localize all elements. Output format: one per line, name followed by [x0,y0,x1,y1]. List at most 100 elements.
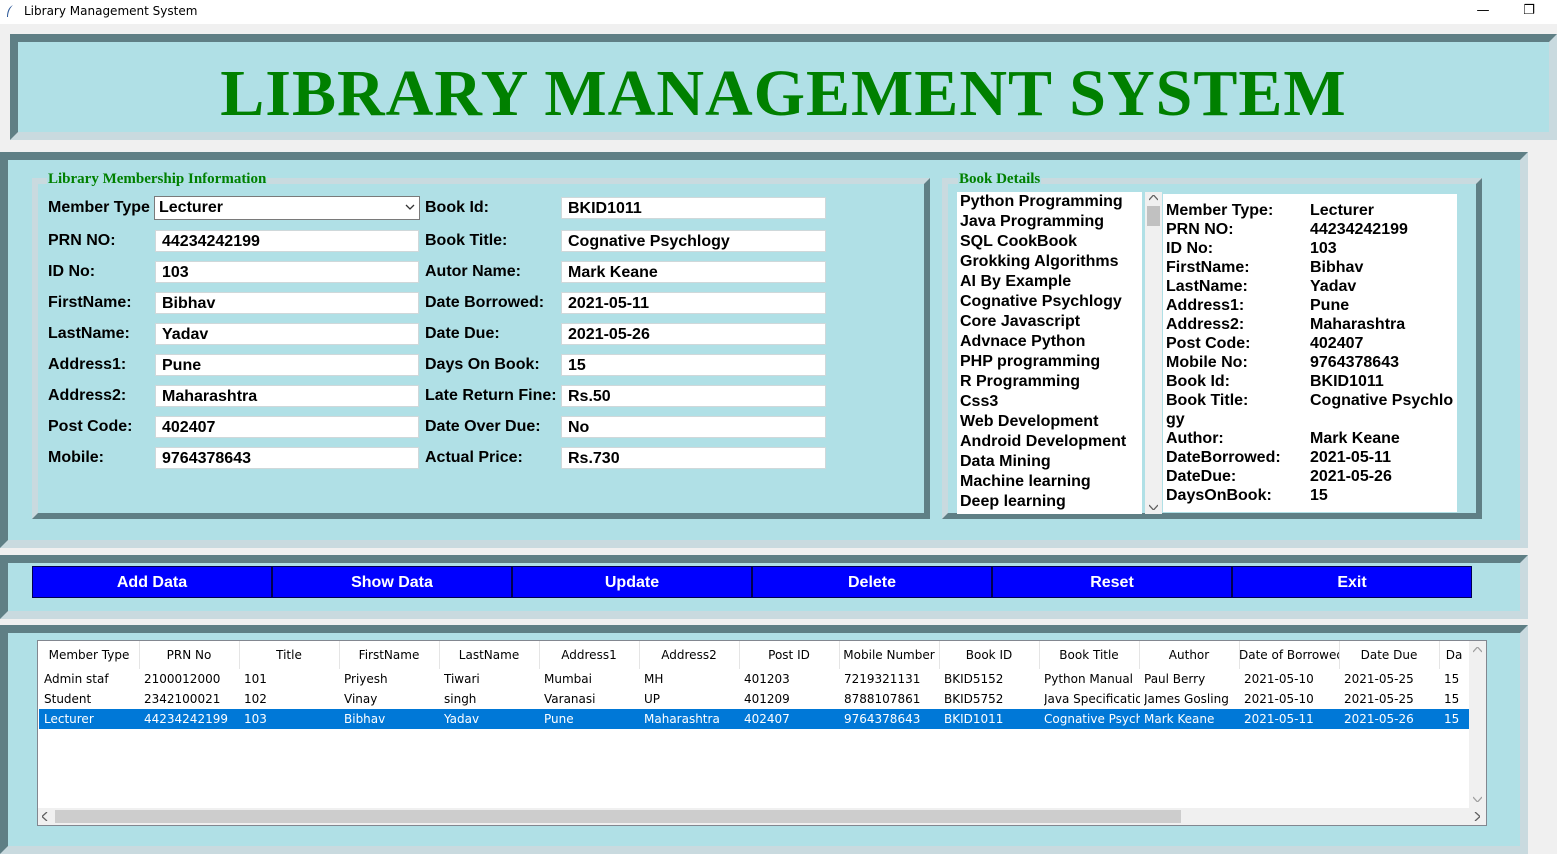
book-list-item[interactable]: Python Programming [957,192,1142,212]
column-header[interactable]: Title [239,641,340,669]
detail-value: Maharashtra [1310,316,1406,333]
book-list-item[interactable]: Core Javascript [957,312,1142,332]
book-list-item[interactable]: Deep learning [957,492,1142,512]
detail-key: Post Code: [1166,335,1251,352]
detail-key: Book Title: [1166,392,1249,409]
book-field-input[interactable]: Rs.730 [561,447,826,469]
member-field-input[interactable]: Yadav [155,323,419,345]
book-details-text[interactable]: Member Type: Lecturer PRN NO: 44234242199 ID… [1163,194,1457,512]
scroll-thumb[interactable] [1147,206,1160,226]
column-header[interactable]: Post ID [739,641,840,669]
book-list-item[interactable]: Grokking Algorithms [957,252,1142,272]
exit-button[interactable]: Exit [1232,566,1472,598]
table-cell: Java Specification [1044,692,1140,706]
minimize-button[interactable]: — [1460,0,1506,24]
member-field-input[interactable]: Maharashtra [155,385,419,407]
hscroll-thumb[interactable] [55,810,1181,823]
column-header[interactable]: Author [1139,641,1240,669]
table-cell: 9764378643 [844,712,921,726]
book-list-item[interactable]: AI By Example [957,272,1142,292]
book-list-item[interactable]: Android Development [957,432,1142,452]
book-field-input[interactable]: 15 [561,354,826,376]
book-list-item[interactable]: SQL CookBook [957,232,1142,252]
member-field-input[interactable]: Bibhav [155,292,419,314]
column-header[interactable]: Member Type [39,641,140,669]
table-cell: BKID1011 [944,712,1004,726]
detail-value: 2021-05-11 [1310,449,1391,466]
book-list-item[interactable]: Java Programming [957,212,1142,232]
book-list-item[interactable]: R Programming [957,372,1142,392]
table-cell: Pune [544,712,574,726]
column-header[interactable]: LastName [439,641,540,669]
column-header[interactable]: PRN No [139,641,240,669]
records-table[interactable]: Member Type PRN No Title FirstName LastName A… [37,640,1487,826]
scroll-up-icon[interactable] [1149,195,1158,201]
show-data-button[interactable]: Show Data [272,566,512,598]
column-header[interactable]: Address2 [639,641,740,669]
table-vscrollbar[interactable] [1469,641,1486,808]
member-field-input[interactable]: Pune [155,354,419,376]
member-field-input[interactable]: 402407 [155,416,419,438]
table-cell: 2021-05-25 [1344,692,1414,706]
table-hscrollbar[interactable] [38,808,1486,825]
scroll-left-icon[interactable] [42,812,48,821]
column-header[interactable]: Mobile Number [839,641,940,669]
column-header[interactable]: Book ID [939,641,1040,669]
book-list-scrollbar[interactable] [1145,192,1162,514]
book-list-item[interactable]: Cognative Psychlogy [957,292,1142,312]
feather-icon [7,5,13,17]
book-field-input[interactable]: BKID1011 [561,197,826,219]
table-cell: singh [444,692,477,706]
book-listbox[interactable]: Python Programming Java Programming SQL Co… [957,192,1142,514]
book-field-input[interactable]: No [561,416,826,438]
table-cell: 402407 [744,712,790,726]
field-label: PRN NO: [48,232,116,249]
column-header[interactable]: FirstName [339,641,440,669]
column-header[interactable]: Date of Borrowed [1239,641,1340,669]
book-field-input[interactable]: Mark Keane [561,261,826,283]
scroll-right-icon[interactable] [1474,812,1480,821]
field-label: Mobile: [48,449,104,466]
book-list-item[interactable]: Web Development [957,412,1142,432]
book-list-item[interactable]: Css3 [957,392,1142,412]
column-header[interactable]: Book Title [1039,641,1140,669]
table-cell: 102 [244,692,267,706]
member-field-input[interactable]: 9764378643 [155,447,419,469]
table-row[interactable]: Student 2342100021 102 Vinay singh Varanasi UP… [39,689,1469,709]
book-field-input[interactable]: Cognative Psychlogy [561,230,826,252]
detail-key: FirstName: [1166,259,1250,276]
column-header[interactable]: Da [1439,641,1470,669]
reset-button[interactable]: Reset [992,566,1232,598]
scroll-up-icon[interactable] [1473,647,1482,653]
member-field-input[interactable]: 103 [155,261,419,283]
table-cell: Varanasi [544,692,596,706]
detail-key: DateDue: [1166,468,1237,485]
page-title: LIBRARY MANAGEMENT SYSTEM [220,57,1347,130]
add-data-button[interactable]: Add Data [32,566,272,598]
book-list-item[interactable]: PHP programming [957,352,1142,372]
field-label: LastName: [48,325,130,342]
book-field-input[interactable]: 2021-05-11 [561,292,826,314]
book-field-input[interactable]: 2021-05-26 [561,323,826,345]
field-label: FirstName: [48,294,132,311]
book-list-item[interactable]: Machine learning [957,472,1142,492]
column-header[interactable]: Date Due [1339,641,1440,669]
column-header[interactable]: Address1 [539,641,640,669]
table-row[interactable]: Lecturer 44234242199 103 Bibhav Yadav Pune Mah… [39,709,1469,729]
book-field-input[interactable]: Rs.50 [561,385,826,407]
scroll-down-icon[interactable] [1473,796,1482,802]
chevron-down-icon[interactable] [405,202,415,212]
field-label: Address2: [48,387,127,404]
member-type-combobox[interactable]: Lecturer [154,196,420,220]
maximize-button[interactable]: ❐ [1506,0,1552,24]
book-list-item[interactable]: Data Mining [957,452,1142,472]
delete-button[interactable]: Delete [752,566,992,598]
scroll-down-icon[interactable] [1149,504,1158,510]
detail-value: 402407 [1310,335,1364,352]
table-row[interactable]: Admin staf 2100012000 101 Priyesh Tiwari Mumb… [39,669,1469,689]
book-list-item[interactable]: Advnace Python [957,332,1142,352]
detail-value: Pune [1310,297,1350,314]
table-cell: James Gosling [1144,692,1229,706]
update-button[interactable]: Update [512,566,752,598]
member-field-input[interactable]: 44234242199 [155,230,419,252]
